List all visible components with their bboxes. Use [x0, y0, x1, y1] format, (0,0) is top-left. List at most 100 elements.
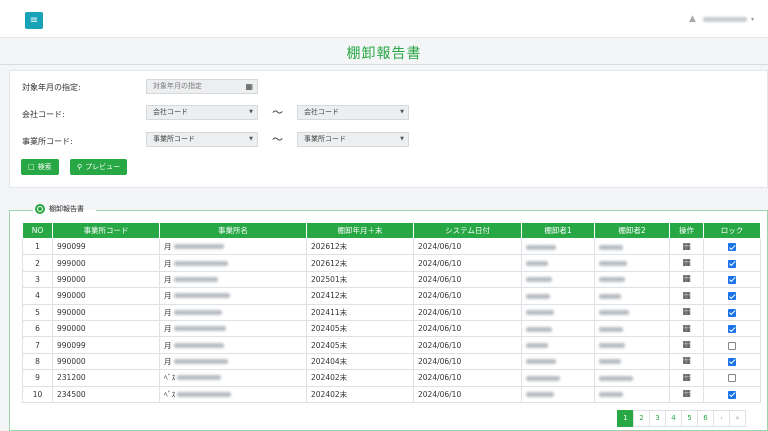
column-header: 棚卸年月＋末: [306, 222, 414, 239]
table-icon[interactable]: ▦: [682, 242, 691, 252]
inventory-person1-cell: [521, 237, 595, 256]
office-code-from-select[interactable]: 事業所コード ▼: [146, 132, 258, 147]
system-date-cell: 2024/06/10: [413, 270, 522, 289]
target-month-input[interactable]: 対象年月の指定 ▦: [146, 79, 258, 94]
office-name-cell: 月: [159, 237, 307, 256]
page-button-2[interactable]: 2: [633, 410, 650, 427]
inventory-person2-cell: [594, 336, 670, 354]
table-icon[interactable]: ▦: [682, 274, 691, 284]
office-code-from-value: 事業所コード: [153, 135, 195, 143]
redacted-text: [177, 391, 232, 397]
office-code-to-select[interactable]: 事業所コード ▼: [297, 132, 409, 147]
range-separator: 〜: [272, 133, 283, 146]
system-date-cell: 2024/06/10: [413, 254, 522, 272]
next-page-button[interactable]: ›: [713, 410, 730, 427]
table-row[interactable]: 3 990000 月 202501末 2024/06/10 ▦: [22, 270, 761, 289]
table-header: NO 事業所コード 事業所名 棚卸年月＋末 システム日付 棚卸者1 棚卸者2 操作 ロック: [22, 222, 761, 239]
redacted-text: [173, 342, 224, 348]
lock-cell: [703, 352, 761, 371]
fieldset-border: [96, 210, 768, 211]
lock-checkbox[interactable]: [728, 275, 736, 284]
company-code-label: 会社コード:: [22, 110, 65, 119]
table-icon[interactable]: ▦: [682, 340, 691, 350]
lock-cell: [703, 319, 761, 338]
row-no: 2: [22, 254, 53, 272]
column-header: 操作: [669, 222, 704, 239]
redacted-text: [526, 293, 550, 299]
office-name-prefix: 月: [164, 291, 172, 301]
table-row[interactable]: 9 231200 ﾍﾞｽ 202402末 2024/06/10 ▦: [22, 369, 761, 387]
office-code-label: 事業所コード:: [22, 137, 73, 146]
pagination: 1 2 3 4 5 6 ›»: [617, 410, 746, 427]
redacted-text: [177, 375, 222, 381]
office-name-prefix: ﾍﾞｽ: [164, 389, 176, 399]
lock-checkbox[interactable]: [728, 308, 736, 317]
lock-checkbox[interactable]: [728, 292, 736, 301]
table-icon[interactable]: ▦: [682, 373, 691, 383]
lock-checkbox[interactable]: [728, 325, 736, 334]
operation-cell: ▦: [669, 336, 704, 354]
table-row[interactable]: 2 999000 月 202612末 2024/06/10 ▦: [22, 254, 761, 272]
redacted-text: [599, 261, 627, 267]
operation-cell: ▦: [669, 385, 704, 403]
search-button[interactable]: □ 検索: [21, 159, 59, 175]
table-icon[interactable]: ▦: [682, 258, 691, 268]
lock-cell: [703, 287, 761, 305]
redacted-text: [526, 261, 548, 267]
table-row[interactable]: 10 234500 ﾍﾞｽ 202402末 2024/06/10 ▦: [22, 385, 761, 403]
company-code-to-value: 会社コード: [304, 108, 339, 116]
lock-checkbox[interactable]: [728, 374, 736, 383]
hamburger-icon[interactable]: ≡: [25, 12, 43, 29]
system-date-cell: 2024/06/10: [413, 385, 522, 403]
row-no: 8: [22, 352, 53, 371]
inventory-person1-cell: [521, 385, 595, 403]
preview-button-label: プレビュー: [85, 163, 121, 171]
table-row[interactable]: 5 990000 月 202411末 2024/06/10 ▦: [22, 303, 761, 321]
company-code-to-select[interactable]: 会社コード ▼: [297, 105, 409, 120]
table-row[interactable]: 8 990000 月 202404末 2024/06/10 ▦: [22, 352, 761, 371]
office-name-cell: 月: [159, 254, 307, 272]
user-menu[interactable]: ▲ ▾: [689, 14, 754, 24]
inventory-person1-cell: [521, 352, 595, 371]
operation-cell: ▦: [669, 270, 704, 289]
row-no: 4: [22, 287, 53, 305]
page-button-3[interactable]: 3: [649, 410, 666, 427]
row-no: 6: [22, 319, 53, 338]
table-icon[interactable]: ▦: [682, 307, 691, 317]
redacted-text: [526, 343, 548, 349]
office-name-prefix: 月: [164, 274, 172, 284]
lock-checkbox[interactable]: [728, 243, 736, 252]
operation-cell: ▦: [669, 254, 704, 272]
last-page-button[interactable]: »: [729, 410, 746, 427]
column-header: 棚卸者1: [521, 222, 595, 239]
redacted-text: [526, 277, 552, 283]
calendar-icon[interactable]: ▦: [245, 80, 253, 93]
magnifier-icon: ⚲: [77, 163, 83, 171]
page-button-6[interactable]: 6: [697, 410, 714, 427]
lock-checkbox[interactable]: [728, 390, 736, 399]
inventory-person1-cell: [521, 336, 595, 354]
system-date-cell: 2024/06/10: [413, 336, 522, 354]
table-icon[interactable]: ▦: [682, 291, 691, 301]
table-row[interactable]: 6 990000 月 202405末 2024/06/10 ▦: [22, 319, 761, 338]
page-button-5[interactable]: 5: [681, 410, 698, 427]
column-header: NO: [22, 222, 53, 239]
table-icon[interactable]: ▦: [682, 356, 691, 366]
title-divider: [0, 64, 768, 65]
table-icon[interactable]: ▦: [682, 324, 691, 334]
table-row[interactable]: 7 990099 月 202405末 2024/06/10 ▦: [22, 336, 761, 354]
monitor-icon: □: [28, 163, 35, 171]
redacted-text: [526, 359, 556, 365]
table-icon[interactable]: ▦: [682, 389, 691, 399]
inventory-person1-cell: [521, 303, 595, 321]
page-button-4[interactable]: 4: [665, 410, 682, 427]
preview-button[interactable]: ⚲ プレビュー: [70, 159, 128, 175]
page-button-1[interactable]: 1: [617, 410, 634, 427]
table-row[interactable]: 1 990099 月 202612末 2024/06/10 ▦: [22, 237, 761, 256]
lock-checkbox[interactable]: [728, 259, 736, 268]
company-code-from-select[interactable]: 会社コード ▼: [146, 105, 258, 120]
lock-checkbox[interactable]: [728, 357, 736, 366]
table-row[interactable]: 4 990000 月 202412末 2024/06/10 ▦: [22, 287, 761, 305]
period-cell: 202411末: [306, 303, 414, 321]
lock-checkbox[interactable]: [728, 341, 736, 350]
